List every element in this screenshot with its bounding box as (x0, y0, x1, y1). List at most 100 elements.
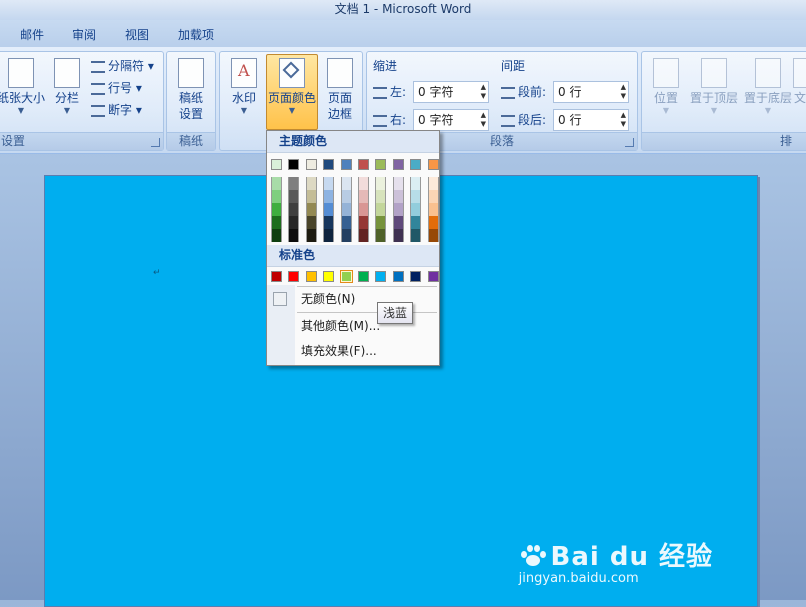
theme-shade-swatch[interactable] (323, 177, 335, 190)
standard-color-swatch[interactable] (358, 271, 369, 282)
theme-color-swatch[interactable] (375, 159, 387, 170)
position-button[interactable]: 位置 ▼ (646, 58, 686, 116)
theme-shade-swatch[interactable] (323, 229, 335, 242)
standard-color-swatch[interactable] (392, 271, 404, 282)
theme-shade-swatch[interactable] (271, 216, 282, 229)
theme-color-swatch[interactable] (410, 159, 422, 170)
standard-color-swatch[interactable] (427, 271, 439, 282)
theme-shade-swatch[interactable] (410, 216, 422, 229)
theme-color-swatch[interactable] (340, 159, 352, 170)
spacing-after-input[interactable]: 0 行 ▲ ▼ (553, 109, 629, 131)
tab-addins[interactable]: 加载项 (178, 26, 214, 43)
theme-shade-swatch[interactable] (358, 229, 369, 242)
spinner-icon[interactable]: ▲ ▼ (481, 111, 486, 129)
spinner-icon[interactable]: ▲ ▼ (621, 83, 626, 101)
indent-right-input[interactable]: 0 字符 ▲ ▼ (413, 109, 489, 131)
theme-color-swatch[interactable] (427, 159, 439, 170)
theme-shade-swatch[interactable] (375, 229, 387, 242)
theme-shade-swatch[interactable] (323, 190, 335, 203)
theme-shade-swatch[interactable] (410, 229, 422, 242)
standard-color-swatch[interactable] (305, 271, 317, 282)
theme-shade-swatch[interactable] (323, 216, 335, 229)
theme-shade-swatch[interactable] (305, 216, 317, 229)
theme-shade-swatch[interactable] (305, 229, 317, 242)
columns-button[interactable]: 分栏 ▼ (49, 58, 85, 116)
breaks-button[interactable]: 分隔符 ▾ (91, 58, 154, 74)
indent-left-input[interactable]: 0 字符 ▲ ▼ (413, 81, 489, 103)
spinner-icon[interactable]: ▲ ▼ (481, 83, 486, 101)
theme-shade-swatch[interactable] (358, 216, 369, 229)
paper-size-button[interactable]: 纸张大小 ▼ (0, 58, 47, 116)
theme-shade-swatch[interactable] (271, 203, 282, 216)
more-colors-menu-item[interactable]: 其他颜色(M)... (267, 315, 439, 337)
text-wrap-button[interactable]: 文 (792, 58, 806, 106)
theme-shade-swatch[interactable] (410, 177, 422, 190)
send-to-back-button[interactable]: 置于底层 ▼ (742, 58, 794, 116)
theme-color-swatch[interactable] (392, 159, 404, 170)
hyphenation-button[interactable]: 断字 ▾ (91, 102, 142, 118)
theme-color-swatch[interactable] (288, 159, 300, 170)
fill-effects-menu-item[interactable]: 填充效果(F)... (267, 340, 439, 362)
theme-shade-swatch[interactable] (392, 203, 404, 216)
tab-review[interactable]: 审阅 (72, 26, 96, 43)
theme-shade-swatch[interactable] (358, 203, 369, 216)
theme-shade-swatch[interactable] (375, 216, 387, 229)
theme-shade-swatch[interactable] (305, 190, 317, 203)
theme-shade-swatch[interactable] (410, 190, 422, 203)
standard-color-swatch[interactable] (288, 271, 300, 282)
theme-shade-swatch[interactable] (358, 190, 369, 203)
theme-shade-swatch[interactable] (340, 177, 352, 190)
theme-color-swatch[interactable] (323, 159, 335, 170)
theme-shade-swatch[interactable] (323, 203, 335, 216)
theme-shade-swatch[interactable] (288, 229, 300, 242)
theme-shade-swatch[interactable] (340, 203, 352, 216)
page-color-button[interactable]: 页面颜色 ▼ (266, 54, 318, 130)
no-color-menu-item[interactable]: 无颜色(N) (267, 288, 439, 310)
standard-color-swatch[interactable] (323, 271, 335, 282)
theme-color-swatch[interactable] (305, 159, 317, 170)
theme-color-swatch[interactable] (271, 159, 282, 170)
theme-shade-swatch[interactable] (340, 190, 352, 203)
theme-shade-swatch[interactable] (271, 177, 282, 190)
page-borders-button[interactable]: 页面 边框 (320, 58, 360, 122)
theme-shade-swatch[interactable] (392, 229, 404, 242)
theme-shade-swatch[interactable] (427, 203, 439, 216)
theme-shade-swatch[interactable] (375, 203, 387, 216)
theme-shade-swatch[interactable] (427, 216, 439, 229)
theme-shade-swatch[interactable] (375, 177, 387, 190)
theme-shade-swatch[interactable] (288, 203, 300, 216)
theme-shade-swatch[interactable] (288, 190, 300, 203)
theme-color-swatch[interactable] (358, 159, 369, 170)
theme-shade-swatch[interactable] (427, 190, 439, 203)
theme-shade-swatch[interactable] (427, 177, 439, 190)
tab-view[interactable]: 视图 (125, 26, 149, 43)
theme-shade-swatch[interactable] (305, 203, 317, 216)
tab-mailings[interactable]: 邮件 (20, 26, 44, 43)
theme-shade-swatch[interactable] (375, 190, 387, 203)
theme-shade-swatch[interactable] (392, 177, 404, 190)
theme-shade-swatch[interactable] (305, 177, 317, 190)
spinner-icon[interactable]: ▲ ▼ (621, 111, 626, 129)
theme-shade-swatch[interactable] (410, 203, 422, 216)
spacing-before-input[interactable]: 0 行 ▲ ▼ (553, 81, 629, 103)
dialog-launcher-icon[interactable] (151, 138, 160, 147)
standard-color-swatch[interactable] (410, 271, 422, 282)
watermark-button[interactable]: A 水印 ▼ (226, 58, 262, 116)
standard-color-swatch[interactable] (339, 270, 353, 283)
line-numbers-button[interactable]: 行号 ▾ (91, 80, 142, 96)
theme-shade-swatch[interactable] (392, 190, 404, 203)
theme-shade-swatch[interactable] (340, 229, 352, 242)
bring-to-front-button[interactable]: 置于顶层 ▼ (688, 58, 740, 116)
theme-shade-swatch[interactable] (427, 229, 439, 242)
dialog-launcher-icon[interactable] (625, 138, 634, 147)
theme-shade-swatch[interactable] (358, 177, 369, 190)
theme-shade-swatch[interactable] (271, 229, 282, 242)
theme-shade-swatch[interactable] (288, 216, 300, 229)
manuscript-setup-button[interactable]: 稿纸 设置 (171, 58, 211, 122)
theme-shade-swatch[interactable] (392, 216, 404, 229)
standard-color-swatch[interactable] (375, 271, 387, 282)
theme-shade-swatch[interactable] (271, 190, 282, 203)
standard-color-swatch[interactable] (271, 271, 282, 282)
theme-shade-swatch[interactable] (340, 216, 352, 229)
theme-shade-swatch[interactable] (288, 177, 300, 190)
